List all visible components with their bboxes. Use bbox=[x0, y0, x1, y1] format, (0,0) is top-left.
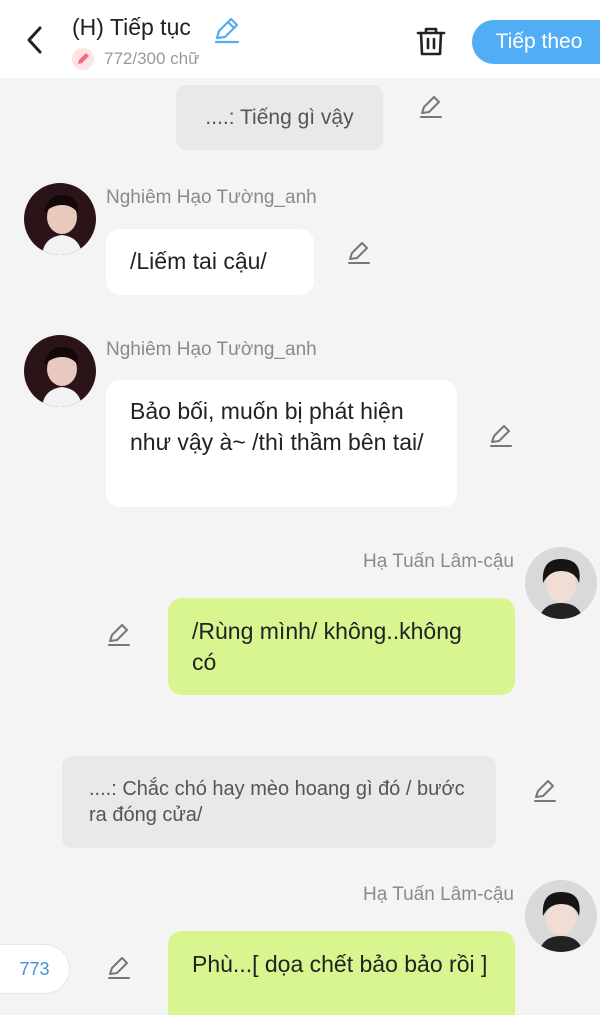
trash-icon bbox=[416, 27, 446, 56]
message-count-badge[interactable]: 773 bbox=[0, 944, 70, 994]
edit-message-icon[interactable] bbox=[488, 423, 514, 449]
edit-title-icon[interactable] bbox=[212, 16, 240, 44]
message-text: Bảo bối, muốn bị phát hiện như vậy à~ /t… bbox=[130, 398, 424, 455]
chevron-left-icon bbox=[27, 26, 42, 54]
chat-bubble-right[interactable]: Phù...[ dọa chết bảo bảo rồi ] bbox=[168, 931, 515, 1015]
edit-message-icon[interactable] bbox=[106, 955, 132, 981]
chat-bubble-left[interactable]: Bảo bối, muốn bị phát hiện như vậy à~ /t… bbox=[106, 380, 457, 507]
word-count: 772/300 chữ bbox=[104, 49, 200, 68]
edit-message-icon[interactable] bbox=[418, 94, 444, 120]
avatar[interactable] bbox=[525, 547, 597, 619]
edit-message-icon[interactable] bbox=[346, 240, 372, 266]
edit-message-icon[interactable] bbox=[106, 622, 132, 648]
narration-message[interactable]: ....: Chắc chó hay mèo hoang gì đó / bướ… bbox=[62, 756, 496, 848]
chat-bubble-left[interactable]: /Liếm tai cậu/ bbox=[106, 229, 314, 295]
message-text: /Rùng mình/ không..không có bbox=[192, 618, 462, 675]
narration-message[interactable]: ....: Tiếng gì vậy bbox=[176, 85, 383, 150]
edit-message-icon[interactable] bbox=[532, 778, 558, 804]
avatar[interactable] bbox=[24, 335, 96, 407]
chat-bubble-right[interactable]: /Rùng mình/ không..không có bbox=[168, 598, 515, 695]
next-button[interactable]: Tiếp theo bbox=[472, 20, 600, 64]
message-text: /Liếm tai cậu/ bbox=[130, 248, 267, 274]
avatar[interactable] bbox=[24, 183, 96, 255]
avatar[interactable] bbox=[525, 880, 597, 952]
message-text: Phù...[ dọa chết bảo bảo rồi ] bbox=[192, 951, 488, 977]
sender-name: Nghiêm Hạo Tường_anh bbox=[106, 339, 317, 360]
back-button[interactable] bbox=[22, 24, 50, 56]
sender-name: Hạ Tuấn Lâm-cậu bbox=[362, 551, 514, 572]
narration-text: ....: Tiếng gì vậy bbox=[205, 106, 354, 129]
pencil-badge-icon bbox=[72, 48, 94, 70]
sender-name: Hạ Tuấn Lâm-cậu bbox=[362, 884, 514, 905]
top-bar: (H) Tiếp tục 772/300 chữ Tiếp theo bbox=[0, 0, 600, 78]
page-title: (H) Tiếp tục bbox=[72, 14, 191, 40]
delete-button[interactable] bbox=[414, 24, 448, 58]
sender-name: Nghiêm Hạo Tường_anh bbox=[106, 187, 317, 208]
narration-text: ....: Chắc chó hay mèo hoang gì đó / bướ… bbox=[89, 778, 465, 826]
